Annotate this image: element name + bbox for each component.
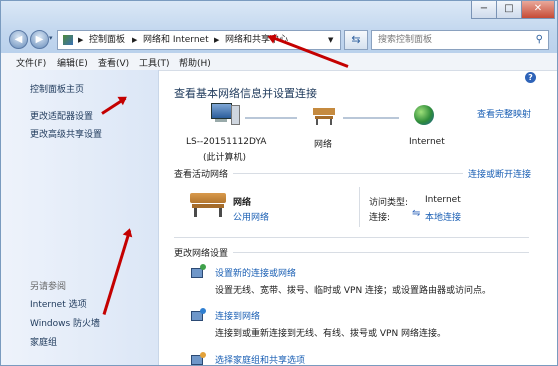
connection-label: 连接: <box>369 213 391 223</box>
computer-name: LS--20151112DYA <box>186 137 267 147</box>
task-connect-network-desc: 连接到或重新连接到无线、有线、拨号或 VPN 网络连接。 <box>215 329 447 339</box>
back-button[interactable]: ◀ <box>9 30 28 49</box>
internet-globe-icon <box>414 105 434 125</box>
search-input[interactable]: 搜索控制面板 ⚲ <box>371 30 549 50</box>
menu-tools[interactable]: 工具(T) <box>139 56 170 69</box>
sidebar-item-home[interactable]: 控制面板主页 <box>30 82 84 95</box>
task-new-connection-link[interactable]: 设置新的连接或网络 <box>215 266 296 279</box>
vertical-divider <box>359 187 360 227</box>
task-homegroup-link[interactable]: 选择家庭组和共享选项 <box>215 353 305 365</box>
title-bar: − □ ✕ ◀ ▶ ▾ ▶ 控制面板 ▶ 网络和 Internet ▶ 网络和共… <box>1 1 557 53</box>
chevron-down-icon[interactable]: ▼ <box>328 31 333 49</box>
local-connection-link[interactable]: 本地连接 <box>425 210 461 223</box>
access-type-label: 访问类型: <box>369 198 409 208</box>
breadcrumb-control-panel[interactable]: 控制面板 <box>89 31 125 49</box>
network-adapter-icon: ⇋ <box>412 208 421 219</box>
sidebar-item-firewall[interactable]: Windows 防火墙 <box>30 316 100 329</box>
network-bench-icon <box>313 105 335 125</box>
search-placeholder: 搜索控制面板 <box>378 35 433 45</box>
divider <box>233 252 529 253</box>
recent-pages-dropdown-icon[interactable]: ▾ <box>49 34 53 42</box>
chevron-right-icon: ▶ <box>78 36 84 44</box>
search-icon[interactable]: ⚲ <box>536 31 543 49</box>
sidebar-item-internet-options[interactable]: Internet 选项 <box>30 297 87 310</box>
internet-map-label: Internet <box>409 137 445 147</box>
homegroup-icon <box>191 351 207 365</box>
forward-button[interactable]: ▶ <box>30 30 49 49</box>
change-settings-heading: 更改网络设置 <box>174 249 229 259</box>
menu-view[interactable]: 查看(V) <box>98 56 129 69</box>
bench-network-icon <box>190 191 226 217</box>
breadcrumb-network-internet[interactable]: 网络和 Internet <box>143 31 209 49</box>
new-connection-icon <box>191 264 207 280</box>
sidebar-item-advanced-sharing[interactable]: 更改高级共享设置 <box>30 127 102 140</box>
refresh-button[interactable]: ⇆ <box>344 30 368 50</box>
task-new-connection-desc: 设置无线、宽带、拨号、临时或 VPN 连接；或设置路由器或访问点。 <box>215 286 492 296</box>
page-title: 查看基本网络信息并设置连接 <box>174 87 317 100</box>
close-button[interactable]: ✕ <box>521 1 555 19</box>
sidebar-item-adapter-settings[interactable]: 更改适配器设置 <box>30 109 93 122</box>
divider <box>174 237 529 238</box>
task-connect-network-link[interactable]: 连接到网络 <box>215 309 260 322</box>
menu-help[interactable]: 帮助(H) <box>179 56 211 69</box>
help-icon[interactable]: ? <box>525 72 536 83</box>
window: − □ ✕ ◀ ▶ ▾ ▶ 控制面板 ▶ 网络和 Internet ▶ 网络和共… <box>0 0 558 366</box>
connection-line <box>245 117 297 119</box>
chevron-right-icon: ▶ <box>214 36 220 44</box>
see-also-heading: 另请参阅 <box>30 282 67 292</box>
maximize-button[interactable]: □ <box>496 1 522 19</box>
connect-network-icon <box>191 307 207 323</box>
minimize-button[interactable]: − <box>471 1 497 19</box>
computer-subtitle: (此计算机) <box>203 153 247 163</box>
access-type-value: Internet <box>425 195 461 205</box>
network-map-label: 网络 <box>314 140 333 150</box>
active-network-name: 网络 <box>233 198 252 208</box>
menu-bar: 文件(F) 编辑(E) 查看(V) 工具(T) 帮助(H) <box>1 53 557 71</box>
connect-disconnect-link[interactable]: 连接或断开连接 <box>468 167 531 180</box>
computer-icon <box>211 103 240 125</box>
active-networks-heading: 查看活动网络 <box>174 170 229 180</box>
divider <box>233 173 463 174</box>
connection-line <box>343 117 399 119</box>
full-map-link[interactable]: 查看完整映射 <box>477 107 531 120</box>
menu-file[interactable]: 文件(F) <box>16 56 46 69</box>
chevron-right-icon: ▶ <box>132 36 138 44</box>
menu-edit[interactable]: 编辑(E) <box>57 56 88 69</box>
sidebar-item-homegroup[interactable]: 家庭组 <box>30 335 57 348</box>
network-type-link[interactable]: 公用网络 <box>233 210 269 223</box>
control-panel-icon <box>63 35 73 45</box>
